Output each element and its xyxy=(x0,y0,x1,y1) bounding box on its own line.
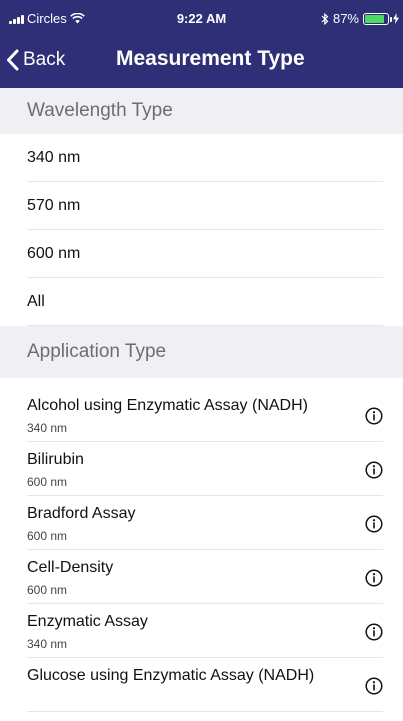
application-item[interactable]: Bradford Assay 600 nm xyxy=(0,496,403,550)
info-icon[interactable] xyxy=(365,569,383,587)
application-wavelength: 340 nm xyxy=(27,421,68,435)
wavelength-label: 340 nm xyxy=(27,149,81,166)
battery-level xyxy=(365,14,385,23)
back-label: Back xyxy=(23,49,66,70)
status-bar: Circles 9:22 AM 87% xyxy=(0,0,403,36)
info-icon[interactable] xyxy=(365,515,383,533)
application-item[interactable]: Enzymatic Assay 340 nm xyxy=(0,604,403,658)
application-item[interactable]: Bilirubin 600 nm xyxy=(0,442,403,496)
info-icon[interactable] xyxy=(365,407,383,425)
info-icon[interactable] xyxy=(365,677,383,695)
bolt-icon xyxy=(393,13,399,24)
application-name: Cell-Density xyxy=(27,559,114,576)
battery-icon xyxy=(363,12,392,25)
application-section-header: Application Type xyxy=(0,326,403,378)
wavelength-section-header: Wavelength Type xyxy=(0,88,403,134)
chevron-left-icon xyxy=(7,49,19,71)
application-wavelength: 600 nm xyxy=(27,529,68,543)
battery-percentage: 87% xyxy=(332,11,359,26)
wavelength-label: 570 nm xyxy=(27,197,81,214)
back-button[interactable]: Back xyxy=(6,44,65,76)
info-icon[interactable] xyxy=(365,623,383,641)
application-item[interactable]: Glucose using Enzymatic Assay (NADH) xyxy=(0,658,403,712)
application-name: Bradford Assay xyxy=(27,505,136,522)
application-wavelength: 600 nm xyxy=(27,583,68,597)
top-bar: Circles 9:22 AM 87% Back Measurement Typ… xyxy=(0,0,403,88)
application-item[interactable]: Alcohol using Enzymatic Assay (NADH) 340… xyxy=(0,388,403,442)
wavelength-option-340[interactable]: 340 nm xyxy=(0,134,403,182)
application-name: Alcohol using Enzymatic Assay (NADH) xyxy=(27,397,308,414)
wavelength-label: All xyxy=(27,293,45,310)
application-item[interactable]: Cell-Density 600 nm xyxy=(0,550,403,604)
bluetooth-icon xyxy=(321,12,329,25)
status-right: 87% xyxy=(321,11,399,26)
application-name: Glucose using Enzymatic Assay (NADH) xyxy=(27,667,315,684)
application-wavelength: 340 nm xyxy=(27,637,68,651)
application-wavelength: 600 nm xyxy=(27,475,68,489)
navigation-bar: Back Measurement Type xyxy=(0,38,403,82)
application-name: Bilirubin xyxy=(27,451,84,468)
wavelength-label: 600 nm xyxy=(27,245,81,262)
info-icon[interactable] xyxy=(365,461,383,479)
application-name: Enzymatic Assay xyxy=(27,613,148,630)
wavelength-option-570[interactable]: 570 nm xyxy=(0,182,403,230)
page-title: Measurement Type xyxy=(116,47,305,70)
wavelength-option-600[interactable]: 600 nm xyxy=(0,230,403,278)
wavelength-option-all[interactable]: All xyxy=(0,278,403,326)
